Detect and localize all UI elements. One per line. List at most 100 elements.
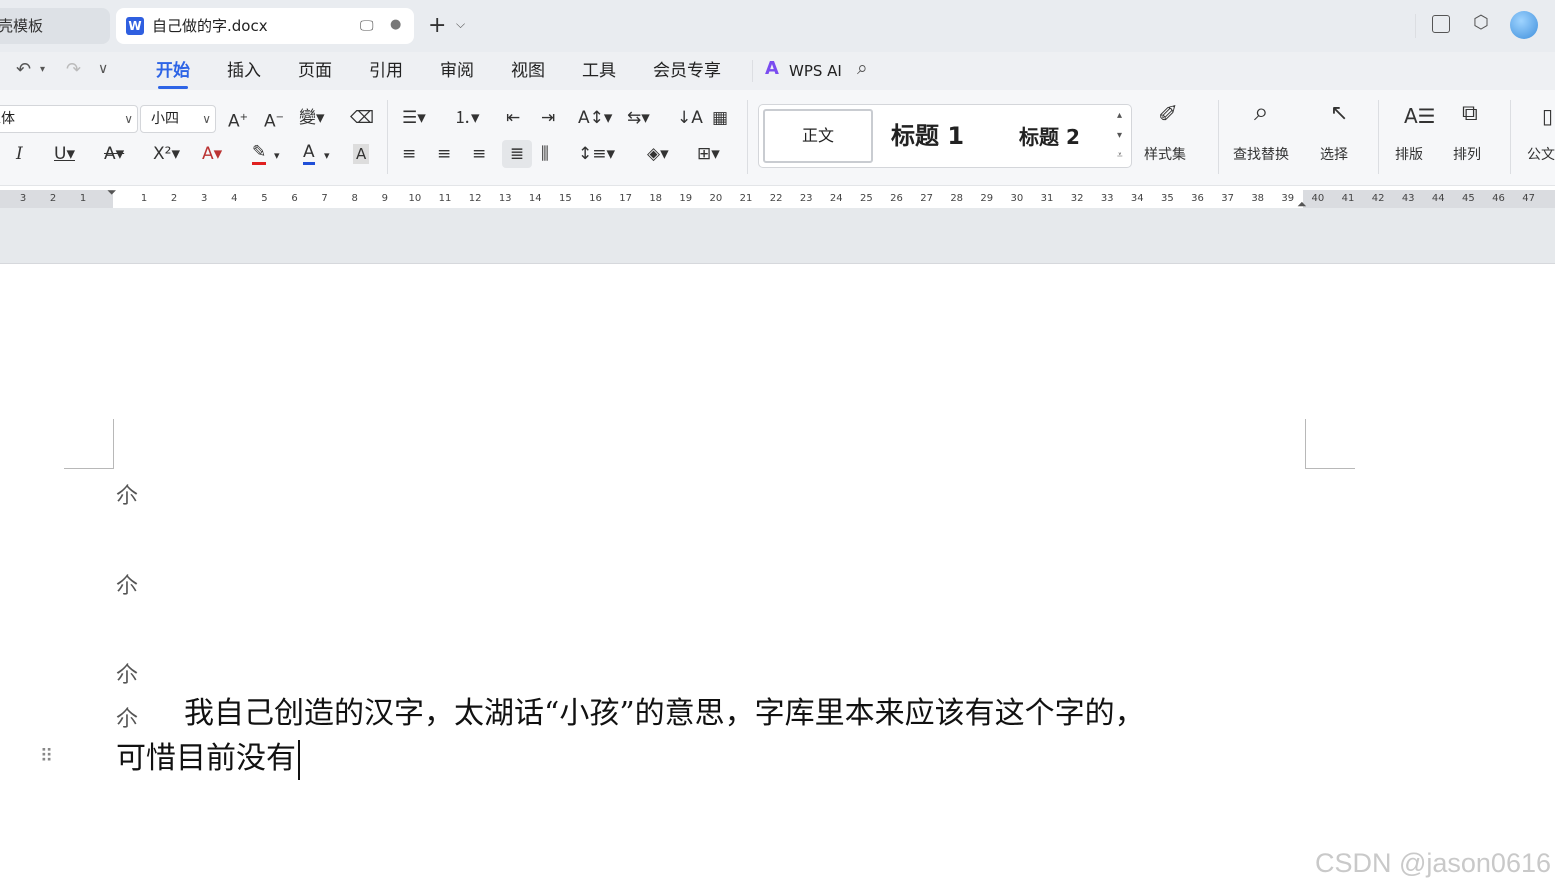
menu-page[interactable]: 页面 [298, 59, 332, 83]
italic-icon[interactable]: I [16, 144, 23, 164]
watermark: CSDN @jason0616 [1314, 848, 1551, 878]
font-size-select[interactable]: 小四 ∨ [140, 105, 216, 133]
superscript-icon[interactable]: X²▾ [153, 144, 180, 164]
menu-bar: ↶ ▾ ↷ ∨ 开始 插入 页面 引用 审阅 视图 工具 会员专享 A WPS … [0, 52, 1555, 90]
chevron-down-icon[interactable]: ▾ [324, 146, 330, 166]
chevron-down-icon[interactable]: ▾ [274, 146, 280, 166]
style-normal[interactable]: 正文 [763, 109, 873, 163]
increase-indent-icon[interactable]: ⇥ [541, 108, 555, 128]
drag-handle-icon[interactable]: ⠿ [40, 748, 53, 766]
indent-marker-icon[interactable]: ⏷ [107, 186, 117, 198]
clear-format-icon[interactable]: ⌫ [350, 108, 374, 128]
text-direction-icon[interactable]: A↕▾ [578, 108, 612, 128]
search-icon[interactable]: ⌕ [857, 59, 868, 78]
ruler-tick: 8 [351, 193, 358, 204]
paragraph-line-1[interactable]: 我自己创造的汉字，太湖话“小孩”的意思，字库里本来应该有这个字的， [184, 693, 1145, 735]
style-heading1[interactable]: 标题 1 [891, 119, 964, 153]
arrange-button[interactable]: 排列 [1453, 146, 1481, 164]
strikethrough-icon[interactable]: A▾ [104, 144, 124, 164]
wps-ai-icon: A [765, 58, 779, 79]
menu-view[interactable]: 视图 [511, 59, 545, 83]
document-page[interactable] [0, 264, 1555, 892]
tab-template[interactable]: 找稻壳模板 [0, 8, 110, 44]
char-shading-icon[interactable]: A [353, 144, 370, 164]
align-center-icon[interactable]: ≡ [437, 144, 451, 164]
ruler-tick: 17 [619, 193, 632, 204]
shading-icon[interactable]: ◈▾ [647, 144, 669, 164]
official-doc-button[interactable]: 公文 [1527, 146, 1555, 164]
borders-icon[interactable]: ⊞▾ [697, 144, 720, 164]
font-color-icon[interactable]: A [303, 142, 315, 165]
line-spacing-icon[interactable]: ↕≡▾ [578, 144, 615, 164]
wps-ai-button[interactable]: WPS AI [789, 59, 842, 83]
redo-icon[interactable]: ↷ [66, 61, 81, 79]
font-name-value: 宋体 [0, 111, 15, 127]
find-replace-icon: ⌕ [1254, 97, 1269, 127]
ruler-tick: 31 [1040, 193, 1054, 204]
ruler-tick: 9 [381, 193, 388, 204]
ruler-tick: 13 [498, 193, 512, 204]
menu-member[interactable]: 会员专享 [653, 59, 721, 83]
shrink-font-icon[interactable]: A− [264, 108, 284, 132]
style-heading2[interactable]: 标题 2 [1019, 122, 1080, 152]
horizontal-ruler[interactable]: 3 2 1 1 2 3 4 5 6 7 8 9 10 11 12 13 14 15 16 17 18 19 20 21 2… [0, 186, 1555, 210]
distributed-icon[interactable]: ⫼ [541, 144, 549, 164]
decrease-indent-icon[interactable]: ⇤ [506, 108, 520, 128]
window-restore-icon[interactable] [1432, 15, 1450, 33]
highlight-icon[interactable]: ✎ [252, 142, 267, 165]
style-set-icon: ✐ [1158, 100, 1179, 128]
ruler-tick: 32 [1070, 193, 1084, 204]
ruler-tick: 1 [140, 193, 148, 204]
underline-icon[interactable]: U▾ [54, 144, 75, 164]
more-chevron-icon[interactable]: ∨ [98, 62, 108, 76]
menu-references[interactable]: 引用 [369, 59, 403, 83]
chevron-down-icon[interactable]: ⌵ [456, 18, 465, 30]
sort-az-icon[interactable]: ↓A [677, 108, 703, 128]
ruler-tick: 47 [1522, 193, 1535, 204]
phonetic-guide-icon[interactable]: 變▾ [299, 108, 325, 128]
justify-icon[interactable]: ≣ [502, 140, 532, 168]
ruler-tick: 43 [1401, 193, 1415, 204]
find-replace-button[interactable]: 查找替换 [1233, 146, 1289, 164]
menu-review[interactable]: 审阅 [440, 59, 474, 83]
ruler-gutter [0, 208, 1555, 264]
ruler-tick: 25 [860, 193, 873, 204]
menu-home[interactable]: 开始 [156, 59, 190, 83]
columns-icon[interactable]: ▦ [712, 108, 728, 128]
chevron-down-icon[interactable]: ▾ [40, 65, 45, 75]
active-menu-indicator [158, 86, 188, 89]
menu-tools[interactable]: 工具 [582, 59, 616, 83]
text-effect-icon[interactable]: A▾ [202, 144, 222, 164]
ruler-tick: 3 [19, 193, 27, 204]
layout-button[interactable]: 排版 [1395, 146, 1423, 164]
style-set-button[interactable]: 样式集 [1144, 146, 1186, 164]
scroll-down-icon[interactable]: ▾ [1117, 131, 1122, 141]
sort-icon[interactable]: ⇆▾ [627, 108, 650, 128]
ruler-tick: 46 [1492, 193, 1505, 204]
monitor-icon[interactable]: 🖵 [360, 19, 374, 33]
layout-icon: A☰ [1404, 104, 1436, 128]
paragraph-line-2[interactable]: 可惜目前没有 [116, 738, 300, 780]
avatar[interactable] [1510, 11, 1538, 39]
grow-font-icon[interactable]: A+ [228, 108, 248, 132]
ruler-tick: 1 [79, 193, 87, 204]
ruler-tick: 5 [261, 193, 268, 204]
margin-corner-left [64, 419, 114, 469]
align-right-icon[interactable]: ≡ [472, 144, 486, 164]
scroll-up-icon[interactable]: ▴ [1117, 111, 1122, 121]
chevron-down-icon: ∨ [124, 112, 133, 126]
font-name-select[interactable]: 宋体 ∨ [0, 105, 138, 133]
cube-icon[interactable]: ⬡ [1473, 14, 1489, 32]
bullet-list-icon[interactable]: ☰▾ [402, 108, 426, 128]
ruler-tick: 2 [170, 193, 178, 204]
document-icon: ▯ [1542, 104, 1554, 128]
menu-insert[interactable]: 插入 [227, 59, 261, 83]
expand-gallery-icon[interactable]: ⩡ [1117, 151, 1123, 161]
numbered-list-icon[interactable]: ⒈▾ [454, 108, 480, 128]
select-button[interactable]: 选择 [1320, 146, 1348, 164]
align-left-icon[interactable]: ≡ [402, 144, 416, 164]
tab-document[interactable]: W 自己做的字.docx 🖵 ● [116, 8, 414, 44]
ruler-tick: 18 [649, 193, 663, 204]
undo-icon[interactable]: ↶ [16, 61, 31, 79]
new-tab-icon[interactable]: + [428, 15, 446, 37]
